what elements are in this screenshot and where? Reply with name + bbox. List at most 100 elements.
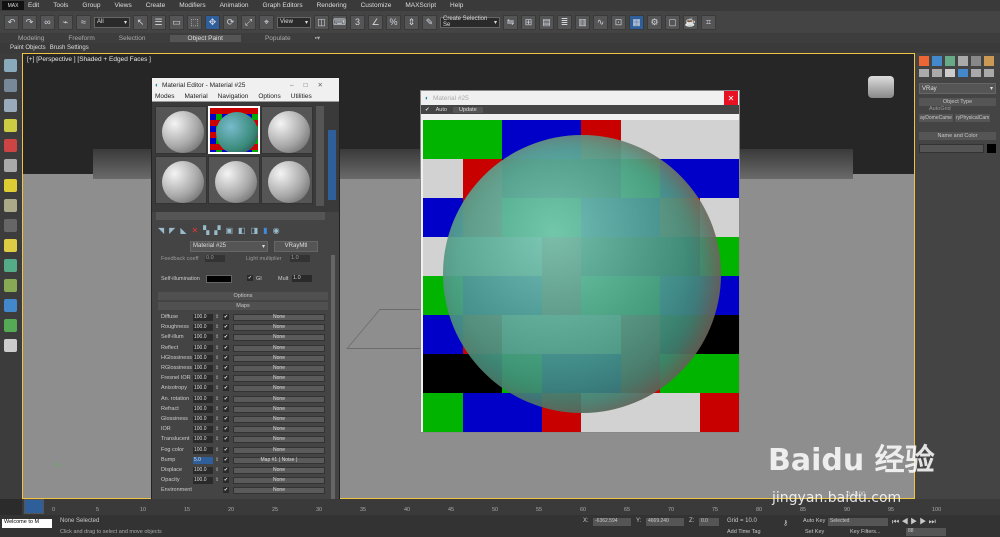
auto-key-button[interactable]: Auto Key [803, 518, 825, 524]
map-enable-checkbox[interactable]: ✔ [223, 385, 229, 392]
helpers-icon[interactable] [971, 69, 981, 77]
map-slot-button[interactable]: None [233, 375, 325, 383]
percent-snap-icon[interactable]: % [386, 14, 401, 30]
map-amount-input[interactable]: 100.0 [193, 446, 213, 454]
spinner-icon[interactable]: ⇕ [215, 416, 219, 422]
spinner-icon[interactable]: ⇕ [215, 375, 219, 381]
sample-slot[interactable] [261, 156, 313, 204]
map-slot-button[interactable]: None [233, 477, 325, 485]
map-enable-checkbox[interactable]: ✔ [223, 324, 229, 331]
curve-editor-icon[interactable]: ∿ [593, 14, 608, 30]
map-enable-checkbox[interactable]: ✔ [223, 365, 229, 371]
options-rollout[interactable]: Options [158, 292, 328, 300]
map-amount-input[interactable]: 100.0 [193, 426, 213, 434]
paint-objects-label[interactable]: Paint Objects [10, 45, 46, 51]
map-slot-button[interactable]: None [233, 385, 325, 393]
map-enable-checkbox[interactable]: ✔ [223, 314, 229, 320]
menu-help[interactable]: Help [450, 2, 463, 9]
map-amount-input[interactable]: 100.0 [193, 395, 213, 403]
spinner-snap-icon[interactable]: ⇕ [404, 14, 419, 30]
lefttb-icon-7[interactable] [4, 179, 17, 192]
dome-camera-button[interactable]: ayDomeCame [919, 114, 953, 122]
tab-object-paint[interactable]: Object Paint [169, 34, 241, 42]
menu-maxscript[interactable]: MAXScript [405, 2, 436, 9]
schematic-view-icon[interactable]: ⊡ [611, 14, 626, 30]
menu-navigation[interactable]: Navigation [218, 93, 249, 100]
feedback-input[interactable]: 0.0 [205, 255, 225, 262]
select-rotate-icon[interactable]: ⟳ [223, 14, 238, 30]
lefttb-icon-4[interactable] [4, 119, 17, 132]
spinner-icon[interactable]: ⇕ [215, 314, 219, 320]
spinner-icon[interactable]: ⇕ [215, 355, 219, 361]
viewport-label[interactable]: [+] [Perspective ] [Shaded + Edged Faces… [27, 56, 151, 63]
map-enable-checkbox[interactable]: ✔ [223, 477, 229, 484]
map-enable-checkbox[interactable]: ✔ [223, 395, 229, 402]
pivot-center-icon[interactable]: ◫ [314, 14, 329, 30]
go-parent-icon[interactable]: ◉ [273, 226, 280, 235]
app-logo[interactable]: MAX [2, 1, 24, 10]
map-enable-checkbox[interactable]: ✔ [223, 375, 229, 382]
selection-filter-select[interactable]: All ▾ [94, 16, 130, 28]
map-slot-button[interactable]: None [233, 344, 325, 352]
map-enable-checkbox[interactable]: ✔ [223, 416, 229, 422]
map-amount-input[interactable]: 100.0 [193, 334, 213, 342]
map-amount-input[interactable]: 100.0 [193, 467, 213, 474]
reference-coord-select[interactable]: View ▾ [277, 16, 311, 28]
angle-snap-icon[interactable]: ∠ [368, 14, 383, 30]
menu-tools[interactable]: Tools [53, 2, 68, 9]
map-amount-input[interactable]: 5.0 [193, 456, 213, 464]
current-frame-input[interactable]: 88 [906, 528, 946, 536]
unique-icon[interactable]: ▞ [214, 226, 220, 235]
map-enable-checkbox[interactable]: ✔ [223, 405, 229, 412]
map-enable-checkbox[interactable]: ✔ [223, 456, 229, 463]
map-enable-checkbox[interactable]: ✔ [223, 334, 229, 341]
map-slot-button[interactable]: None [233, 405, 325, 413]
menu-modes[interactable]: Modes [155, 93, 175, 100]
ribbon-options-icon[interactable]: ▪▾ [315, 34, 321, 42]
show-shaded-icon[interactable]: ◨ [251, 226, 259, 235]
create-tab-icon[interactable] [919, 56, 929, 66]
menu-utilities[interactable]: Utilities [291, 93, 312, 100]
z-coordinate[interactable]: 0.0 [699, 518, 719, 526]
map-amount-input[interactable]: 100.0 [193, 365, 213, 372]
redo-icon[interactable]: ↷ [22, 14, 37, 30]
utilities-tab-icon[interactable] [984, 56, 994, 66]
motion-tab-icon[interactable] [958, 56, 968, 66]
map-slot-button[interactable]: None [233, 467, 325, 474]
bind-space-warp-icon[interactable]: ≈ [76, 14, 91, 30]
map-enable-checkbox[interactable]: ✔ [223, 446, 229, 453]
render-iterative-icon[interactable]: ⌗ [701, 14, 716, 30]
spinner-icon[interactable]: ⇕ [215, 457, 219, 463]
lefttb-icon-9[interactable] [4, 219, 17, 232]
maxscript-listener[interactable]: Welcome to M [2, 519, 52, 528]
sample-slot[interactable] [208, 156, 260, 204]
named-selection-select[interactable]: Create Selection Se ▾ [440, 16, 500, 28]
lefttb-icon-12[interactable] [4, 279, 17, 292]
window-controls-icon[interactable]: –□✕ [290, 81, 333, 89]
map-enable-checkbox[interactable]: ✔ [223, 354, 229, 361]
material-editor-icon[interactable]: ▦ [629, 14, 644, 30]
map-enable-checkbox[interactable]: ✔ [223, 487, 229, 494]
renderer-select[interactable]: VRay ▾ [919, 83, 996, 94]
update-button[interactable]: Update [452, 106, 483, 113]
scene-explorer-icon[interactable]: ▤ [539, 14, 554, 30]
lefttb-icon-1[interactable] [4, 59, 17, 72]
map-slot-button[interactable]: None [233, 426, 325, 434]
spacewarps-icon[interactable] [984, 69, 994, 77]
put-to-scene-icon[interactable]: ◤ [169, 226, 175, 235]
map-slot-button[interactable]: Map #1 ( Noise ) [233, 456, 325, 464]
params-scrollbar[interactable] [331, 255, 335, 500]
unlink-icon[interactable]: ⌁ [58, 14, 73, 30]
lights-icon[interactable] [945, 69, 955, 77]
select-move-icon[interactable]: ✥ [205, 14, 220, 30]
menu-material[interactable]: Material [185, 93, 208, 100]
menu-create[interactable]: Create [146, 2, 166, 9]
menu-views[interactable]: Views [114, 2, 131, 9]
map-amount-input[interactable]: 100.0 [193, 405, 213, 413]
lefttb-icon-5[interactable] [4, 139, 17, 152]
sample-slot[interactable] [261, 106, 313, 154]
spinner-icon[interactable]: ⇕ [215, 436, 219, 442]
menu-rendering[interactable]: Rendering [317, 2, 347, 9]
x-coordinate[interactable]: -6362.594 [593, 518, 631, 526]
spinner-icon[interactable]: ⇕ [215, 396, 219, 402]
